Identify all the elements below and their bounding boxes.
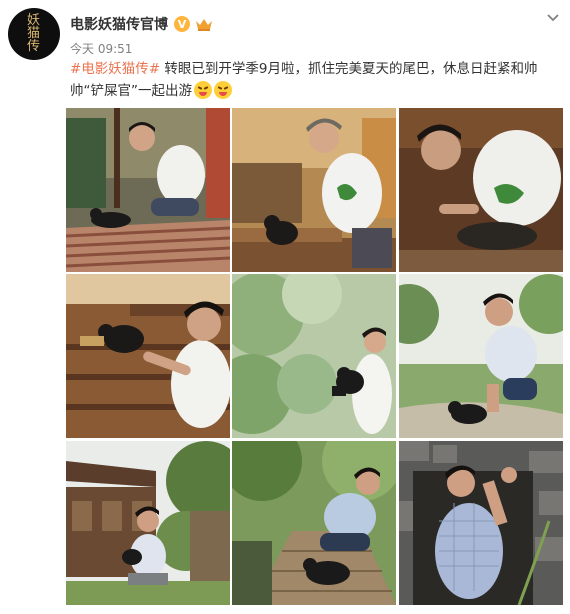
photo-1[interactable] xyxy=(66,108,230,272)
photo-9[interactable] xyxy=(399,441,563,605)
weibo-post: 妖 猫 传 电影妖猫传官博 V 今天 09:51 #电影妖猫传# 转眼已到开学季… xyxy=(0,0,570,614)
photo-5[interactable] xyxy=(232,274,396,438)
photo-3[interactable] xyxy=(399,108,563,272)
grin-squint-emoji xyxy=(214,81,232,99)
verified-badge-icon: V xyxy=(174,16,190,32)
avatar[interactable]: 妖 猫 传 xyxy=(8,8,60,60)
photo-6[interactable] xyxy=(399,274,563,438)
post-timestamp[interactable]: 今天 09:51 xyxy=(70,40,132,57)
photo-4[interactable] xyxy=(66,274,230,438)
avatar-logo-text: 妖 猫 传 xyxy=(8,14,60,53)
hashtag-link[interactable]: #电影妖猫传# xyxy=(70,61,160,77)
vip-crown-icon xyxy=(196,19,212,31)
photo-7[interactable] xyxy=(66,441,230,605)
grin-squint-emoji xyxy=(194,81,212,99)
avatar-char-3: 传 xyxy=(26,39,41,54)
user-line: 电影妖猫传官博 V xyxy=(70,14,214,34)
user-name[interactable]: 电影妖猫传官博 xyxy=(70,14,168,34)
photo-8[interactable] xyxy=(232,441,396,605)
photo-2[interactable] xyxy=(232,108,396,272)
post-text: #电影妖猫传# 转眼已到开学季9月啦，抓住完美夏天的尾巴，休息日赶紧和帅帅“铲屎… xyxy=(70,58,560,102)
chevron-down-icon[interactable] xyxy=(544,8,562,26)
